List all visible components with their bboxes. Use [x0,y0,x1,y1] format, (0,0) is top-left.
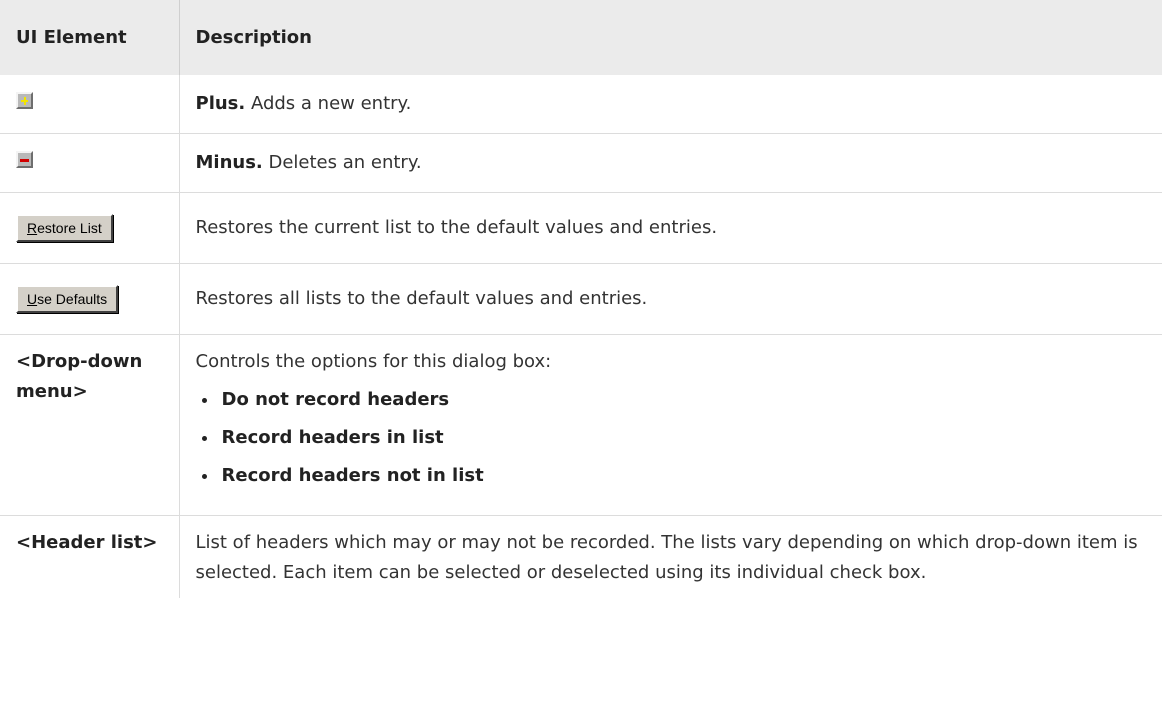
header-description: Description [195,27,312,48]
cell-plus-icon [0,75,180,134]
dropdown-intro: Controls the options for this dialog box… [195,351,552,372]
plus-label: Plus. [195,93,246,114]
list-item: Do not record headers [196,381,1147,419]
minus-desc: Deletes an entry. [262,152,422,173]
table-row-plus: Plus. Adds a new entry. [0,75,1162,134]
dropdown-options-list: Do not record headers Record headers in … [196,381,1147,505]
table-row-header-list: <Header list> List of headers which may … [0,515,1162,598]
table-row-minus: Minus. Deletes an entry. [0,133,1162,193]
use-defaults-label: se Defaults [37,291,108,307]
list-item: Record headers not in list [196,457,1147,495]
header-ui-element: UI Element [0,0,180,75]
minus-label: Minus. [195,152,263,173]
cell-restore-desc: Restores the current list to the default… [179,192,1162,264]
table-row-restore-list: Restore List Restores the current list t… [0,192,1162,264]
table-row-use-defaults: Use Defaults Restores all lists to the d… [0,263,1162,335]
cell-minus-desc: Minus. Deletes an entry. [179,133,1162,193]
cell-dropdown-desc: Controls the options for this dialog box… [179,334,1162,516]
table-header-row: UI Element Description [0,0,1162,75]
header-list-label: <Header list> [16,532,158,553]
page: UI Element Description Plus. Adds a new … [0,0,1162,703]
list-item: Record headers in list [196,419,1147,457]
ui-elements-table: UI Element Description Plus. Adds a new … [0,0,1162,598]
restore-list-button[interactable]: Restore List [16,214,113,242]
cell-dropdown-label: <Drop-down menu> [0,334,180,516]
table-row-dropdown: <Drop-down menu> Controls the options fo… [0,334,1162,516]
restore-list-label: estore List [37,220,102,236]
dropdown-label: <Drop-down menu> [16,351,143,402]
plus-icon [16,92,33,109]
cell-header-list-desc: List of headers which may or may not be … [195,532,1138,583]
cell-plus-desc: Plus. Adds a new entry. [179,75,1162,134]
cell-defaults-desc: Restores all lists to the default values… [179,263,1162,335]
restore-list-mnemonic: R [27,220,38,236]
cell-restore-button: Restore List [0,192,180,264]
plus-desc: Adds a new entry. [245,93,412,114]
use-defaults-mnemonic: U [27,291,38,307]
cell-header-list-label: <Header list> [0,515,180,598]
use-defaults-button[interactable]: Use Defaults [16,285,119,313]
cell-defaults-button: Use Defaults [0,263,180,335]
cell-minus-icon [0,133,180,193]
minus-icon [16,151,33,168]
